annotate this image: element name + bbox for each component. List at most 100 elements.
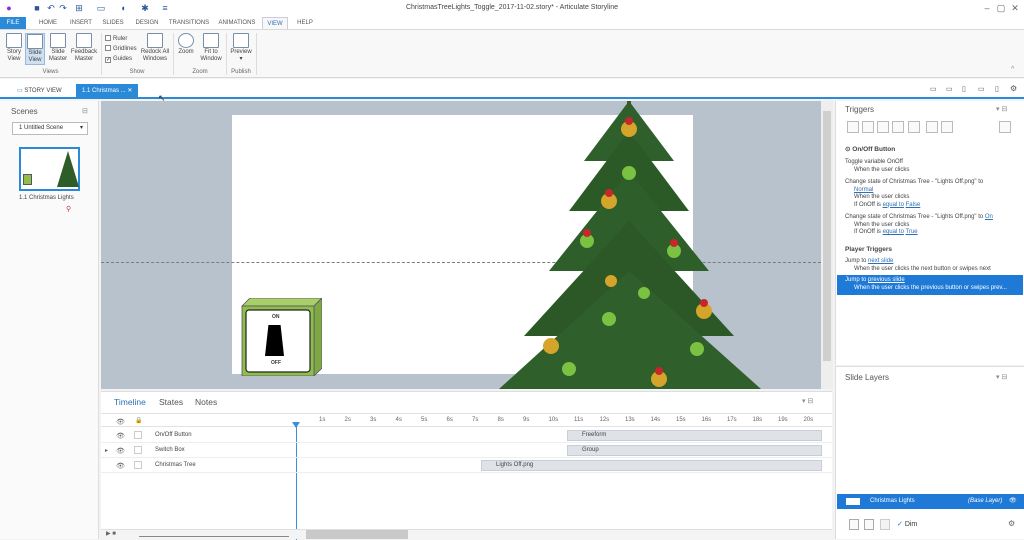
tick-label: 16s xyxy=(701,417,712,423)
scene-dropdown[interactable]: 1 Untitled Scene ▾ xyxy=(12,122,88,135)
device-tablet-portrait-icon[interactable]: ▯ xyxy=(962,85,966,93)
collapse-icon[interactable]: ▾ ⊟ xyxy=(802,397,813,405)
tab-home[interactable]: HOME xyxy=(35,17,61,29)
minimize-icon[interactable]: – xyxy=(980,2,994,14)
move-down-icon[interactable] xyxy=(941,121,953,133)
switch-box[interactable]: ON OFF xyxy=(238,297,323,377)
new-trigger-icon[interactable] xyxy=(847,121,859,133)
slide-tab[interactable]: 1.1 Christmas ... ✕ xyxy=(76,84,138,99)
timeline-row[interactable]: ▸ 👁 Switch Box Group xyxy=(101,443,832,458)
eye-icon[interactable]: 👁 xyxy=(116,418,125,426)
fit-to-window-button[interactable]: Fit to Window xyxy=(198,33,224,63)
lock-toggle[interactable] xyxy=(134,446,142,454)
slide-master-button[interactable]: Slide Master xyxy=(47,33,69,63)
states-tab[interactable]: States xyxy=(159,397,183,407)
zoom-button[interactable]: Zoom xyxy=(176,33,196,56)
lock-toggle[interactable] xyxy=(134,461,142,469)
tab-animations[interactable]: ANIMATIONS xyxy=(215,17,259,29)
timeline-bar[interactable]: Lights Off.png xyxy=(481,460,822,471)
trigger-item[interactable]: Change state of Christmas Tree - "Lights… xyxy=(845,214,1023,237)
close-icon[interactable]: ✕ xyxy=(1008,2,1022,14)
device-desktop-icon[interactable]: ▭ xyxy=(930,85,937,93)
eye-icon[interactable]: 👁 xyxy=(116,447,125,455)
timeline-scrollbar[interactable] xyxy=(306,530,408,539)
tab-file[interactable]: FILE xyxy=(0,17,26,29)
timeline-bar[interactable]: Freeform xyxy=(567,430,822,441)
delete-trigger-icon[interactable] xyxy=(908,121,920,133)
tab-view[interactable]: VIEW xyxy=(262,17,288,29)
paste-trigger-icon[interactable] xyxy=(892,121,904,133)
views-group-label: Views xyxy=(42,69,59,75)
move-up-icon[interactable] xyxy=(926,121,938,133)
eye-icon[interactable]: 👁 xyxy=(1009,494,1017,509)
base-layer-row[interactable]: Christmas Lights (Base Layer) 👁 xyxy=(837,494,1024,509)
trigger-link[interactable]: On xyxy=(985,214,993,220)
expand-arrow-icon[interactable]: ▸ xyxy=(105,447,108,454)
timeline-row[interactable]: 👁 Christmas Tree Lights Off.png xyxy=(101,458,832,473)
timeline-bar[interactable]: Group xyxy=(567,445,822,456)
lock-icon[interactable]: 🔒 xyxy=(135,417,142,424)
close-tab-icon[interactable]: ✕ xyxy=(127,88,132,94)
device-phone-landscape-icon[interactable]: ▭ xyxy=(978,85,985,93)
trigger-item[interactable]: Jump to next slide When the user clicks … xyxy=(845,258,1023,273)
play-icon[interactable]: ▶ ■ xyxy=(106,530,116,537)
lock-toggle[interactable] xyxy=(134,431,142,439)
preview-button[interactable]: Preview ▾ xyxy=(229,33,253,63)
guides-checkbox[interactable]: ✓ Guides xyxy=(105,55,132,63)
trigger-link[interactable]: Normal xyxy=(854,187,873,193)
layer-settings-gear-icon[interactable]: ⚙ xyxy=(1008,519,1015,528)
gridlines-checkbox[interactable]: Gridlines xyxy=(105,45,137,53)
checkmark-icon: ✓ xyxy=(105,57,112,63)
stage-vertical-scrollbar[interactable] xyxy=(821,101,833,389)
divider xyxy=(256,33,257,75)
eye-icon[interactable]: 👁 xyxy=(116,432,125,440)
scroll-thumb[interactable] xyxy=(823,111,831,361)
tab-transitions[interactable]: TRANSITIONS xyxy=(167,17,211,29)
device-tablet-landscape-icon[interactable]: ▭ xyxy=(946,85,953,93)
trigger-link[interactable]: equal to xyxy=(883,229,904,235)
zoom-slider[interactable] xyxy=(139,531,289,537)
dim-checkbox[interactable]: ✓ Dim xyxy=(897,520,917,528)
variables-icon[interactable] xyxy=(999,121,1011,133)
copy-trigger-icon[interactable] xyxy=(877,121,889,133)
trigger-link[interactable]: equal to xyxy=(883,202,904,208)
timeline-tab[interactable]: Timeline xyxy=(114,397,146,407)
panel-pin-icon[interactable]: ⊟ xyxy=(82,107,88,115)
trigger-item-selected[interactable]: Jump to previous slide When the user cli… xyxy=(837,275,1023,295)
redock-all-windows-button[interactable]: Redock All Windows xyxy=(140,33,170,63)
trigger-item[interactable]: Change state of Christmas Tree - "Lights… xyxy=(845,179,1023,209)
tab-design[interactable]: DESIGN xyxy=(132,17,162,29)
delete-layer-icon[interactable] xyxy=(880,519,890,530)
trigger-link[interactable]: next slide xyxy=(868,258,893,264)
tab-slides[interactable]: SLIDES xyxy=(99,17,127,29)
edit-trigger-icon[interactable] xyxy=(862,121,874,133)
divider xyxy=(173,33,174,75)
maximize-icon[interactable]: ▢ xyxy=(994,2,1008,14)
tick-label: 8s xyxy=(497,417,504,423)
feedback-master-button[interactable]: Feedback Master xyxy=(70,33,98,63)
trigger-link[interactable]: True xyxy=(906,229,918,235)
tab-help[interactable]: HELP xyxy=(293,17,317,29)
settings-gear-icon[interactable]: ⚙ xyxy=(1010,84,1017,93)
new-layer-icon[interactable] xyxy=(849,519,859,530)
notes-tab[interactable]: Notes xyxy=(195,397,217,407)
device-phone-portrait-icon[interactable]: ▯ xyxy=(995,85,999,93)
story-view-button[interactable]: Story View xyxy=(3,33,25,63)
triggers-panel: Triggers ▾ ⊟ ⊙ On/Off Button Toggle vari… xyxy=(835,101,1024,365)
panel-options-icon[interactable]: ▾ ⊟ xyxy=(996,105,1007,113)
trigger-link[interactable]: False xyxy=(906,202,921,208)
christmas-tree-image[interactable] xyxy=(499,101,761,389)
fit-window-icon xyxy=(203,33,219,48)
timeline-row[interactable]: 👁 On/Off Button Freeform xyxy=(101,428,832,443)
slide-thumbnail[interactable] xyxy=(19,147,80,191)
ruler-checkbox[interactable]: Ruler xyxy=(105,35,127,43)
collapse-ribbon-icon[interactable]: ^ xyxy=(1011,66,1014,73)
eye-icon[interactable]: 👁 xyxy=(116,462,125,470)
duplicate-layer-icon[interactable] xyxy=(864,519,874,530)
trigger-link[interactable]: previous slide xyxy=(868,277,905,283)
story-view-tab[interactable]: ▭ STORY VIEW xyxy=(17,84,69,99)
trigger-item[interactable]: Toggle variable OnOff When the user clic… xyxy=(845,159,1023,174)
panel-options-icon[interactable]: ▾ ⊟ xyxy=(996,373,1007,381)
slide-view-button[interactable]: Slide View xyxy=(25,33,45,65)
tab-insert[interactable]: INSERT xyxy=(67,17,95,29)
